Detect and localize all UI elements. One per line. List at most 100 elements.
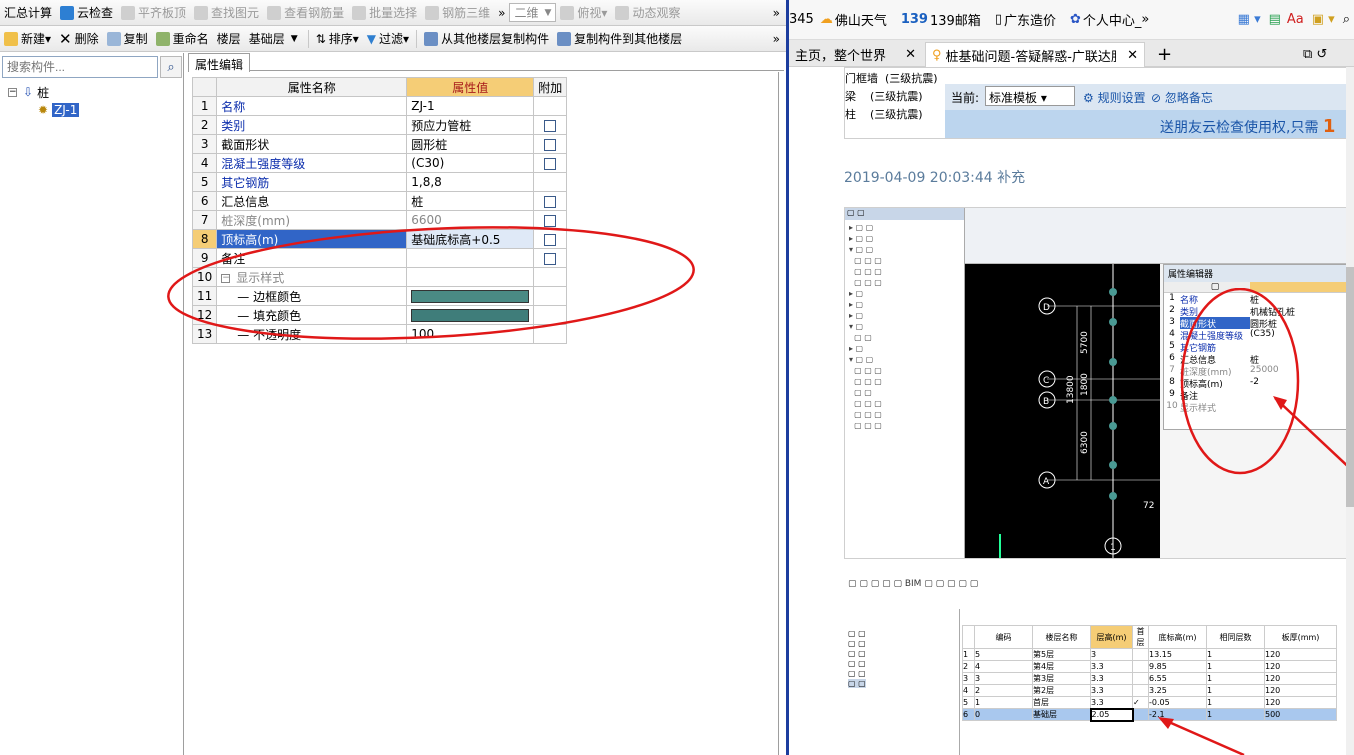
new-tab-button[interactable]: + [1151,42,1178,67]
bookmark-cost[interactable]: ▯ 广东造价 [995,10,1056,29]
extra-checkbox[interactable] [544,138,557,151]
more-chevron-icon[interactable]: » [494,2,509,24]
filter-button[interactable]: ▼ 过滤 ▾ [363,28,413,50]
copy-to-floor-button[interactable]: 复制构件到其他楼层 [553,28,686,50]
paw-icon: ✿ [1069,12,1081,27]
find-element-button[interactable]: 查找图元 [190,2,263,24]
bookmark-weather[interactable]: ☁ 佛山天气 [820,10,887,29]
property-value[interactable]: ZJ-1 [406,96,535,116]
tree-node-zj1[interactable]: ✹ ZJ-1 [8,101,80,119]
extra-checkbox[interactable] [544,157,557,170]
component-tree: − ⇩ 桩 ✹ ZJ-1 [8,83,80,119]
view-mode-select[interactable]: 二维 ▼ [509,3,557,22]
table-row[interactable]: 3 截面形状 圆形桩 [191,134,568,154]
property-value[interactable]: 圆形桩 [406,134,535,154]
overflow-chevron-icon[interactable]: » [773,6,780,20]
svg-text:1800: 1800 [1080,373,1090,396]
rebar-3d-button[interactable]: 钢筋三维 [421,2,494,24]
svg-text:13800: 13800 [1066,375,1076,404]
svg-text:5700: 5700 [1080,331,1090,354]
ignore-note-link[interactable]: ⊘ 忽略备忘 [1151,89,1213,106]
red-annotation-ellipse [167,226,695,340]
property-value[interactable]: 桩 [406,191,535,211]
bookmark-profile[interactable]: ✿ 个人中心_ » [1070,10,1149,29]
pdf-icon[interactable]: Aa [1287,12,1304,27]
extra-cell [533,191,568,211]
new-icon [4,31,18,46]
table-row[interactable]: 5 1 首层 3.3 ✓ -0.05 1 120 [962,696,1337,709]
orbit-button[interactable]: 动态观察 [611,2,684,24]
template-select[interactable]: 标准模板 ▾ [985,86,1075,106]
property-value[interactable]: 预应力管桩 [406,115,535,135]
delete-button[interactable]: ✕ 删除 [55,28,103,50]
copy-from-icon [424,31,439,46]
main-toolbar: 汇总计算 云检查 平齐板顶 查找图元 查看钢筋量 批量选择 钢筋三维 » 二维 ▼… [0,0,786,26]
sort-button[interactable]: ⇅ 排序 ▾ [312,28,363,50]
column-header: 板厚(mm) [1264,625,1337,649]
bookmark-fragment[interactable]: 345 [789,12,814,27]
browser-scrollbar[interactable] [1346,67,1354,755]
row-number: 1 [191,96,218,116]
align-slab-top-button[interactable]: 平齐板顶 [117,2,190,24]
batch-select-button[interactable]: 批量选择 [348,2,421,24]
extra-cell [533,153,568,173]
property-value[interactable]: (C30) [406,153,535,173]
book-icon[interactable]: ▤ [1269,12,1281,27]
table-row[interactable]: 3 3 第3层 3.3 6.55 1 120 [962,672,1337,685]
tree-node-pile[interactable]: − ⇩ 桩 [8,83,79,101]
tools-icon[interactable]: ▣ ▾ [1312,12,1335,27]
sort-icon: ⇅ [315,31,326,46]
table-row[interactable]: 2 4 第4层 3.3 9.85 1 120 [962,660,1337,673]
table-row[interactable]: 1 名称 ZJ-1 [191,96,568,116]
header-name: 属性名称 [216,77,408,97]
collapse-icon[interactable]: − [8,87,17,97]
tab-answer[interactable]: ♀桩基础问题-答疑解惑-广联达服务✕ [925,42,1145,67]
table-row[interactable]: 5 其它钢筋 1,8,8 [191,172,568,192]
table-row[interactable]: 6 汇总信息 桩 [191,191,568,211]
summary-calc-button[interactable]: 汇总计算 [0,2,56,24]
tab-restore-icon[interactable]: ⧉ ↺ [1297,42,1333,67]
table-row[interactable]: 2 类别 预应力管桩 [191,115,568,135]
embedded-screenshot-cad: ▢ ▢ ▸ ▢ ▢ ▸ ▢ ▢ ▾ ▢ ▢ ▢ ▢ ▢ ▢ ▢ ▢ ▢ ▢ ▢ ▸ ▢… [844,207,1354,559]
copy-from-floor-button[interactable]: 从其他楼层复制构件 [420,28,553,50]
table-row[interactable]: 1 5 第5层 3 13.15 1 120 [962,648,1337,661]
promo-banner[interactable]: 送朋友云检查使用权,只需 1 [945,110,1353,138]
pile-icon: ⇩ [23,85,34,99]
close-icon[interactable]: ✕ [905,47,916,62]
search-button[interactable]: ⌕ [160,56,182,78]
floor-nav: ▢ ▢ ▢ ▢ ▢ ▢ ▢ ▢ ▢ ▢ ▢ ▢ [844,609,960,755]
svg-text:72: 72 [1143,501,1154,511]
align-icon [121,5,136,20]
close-icon[interactable]: ✕ [1127,48,1138,63]
apps-icon[interactable]: ▦ ▾ [1238,12,1261,27]
new-button[interactable]: 新建 ▾ [0,28,55,50]
tab-home[interactable]: 主页，整个世界 ✕ [789,42,922,67]
extra-checkbox[interactable] [544,119,557,132]
overflow-chevron-icon[interactable]: » [773,32,780,46]
property-value[interactable]: 1,8,8 [406,172,535,192]
row-number: 5 [191,172,218,192]
copy-to-icon [557,31,572,46]
table-row[interactable]: 4 混凝土强度等级 (C30) [191,153,568,173]
orbit-icon [615,5,630,20]
property-name: 汇总信息 [216,191,408,211]
search-icon[interactable]: ⌕ [1343,12,1350,27]
tab-property-edit[interactable]: 属性编辑 [188,53,251,72]
rename-button[interactable]: 重命名 [152,28,213,50]
bookmark-mail[interactable]: 139 139邮箱 [901,10,981,29]
row-number: 2 [191,115,218,135]
svg-text:6300: 6300 [1080,431,1090,454]
gear-icon: ✹ [38,103,49,117]
cloud-check-button[interactable]: 云检查 [56,2,117,24]
column-header: 层高(m) [1090,625,1133,649]
rule-setting-link[interactable]: ⚙ 规则设置 [1083,89,1146,106]
copy-button[interactable]: 复制 [103,28,152,50]
panel-border [778,72,779,755]
table-row[interactable]: 4 2 第2层 3.3 3.25 1 120 [962,684,1337,697]
top-row: 门框墙 (三级抗震) [845,72,938,85]
search-input[interactable] [2,56,158,78]
floor-select[interactable]: 基础层 ▼ [245,29,305,48]
top-view-button[interactable]: 俯视 ▾ [556,2,611,24]
extra-checkbox[interactable] [544,195,557,208]
view-rebar-button[interactable]: 查看钢筋量 [263,2,348,24]
